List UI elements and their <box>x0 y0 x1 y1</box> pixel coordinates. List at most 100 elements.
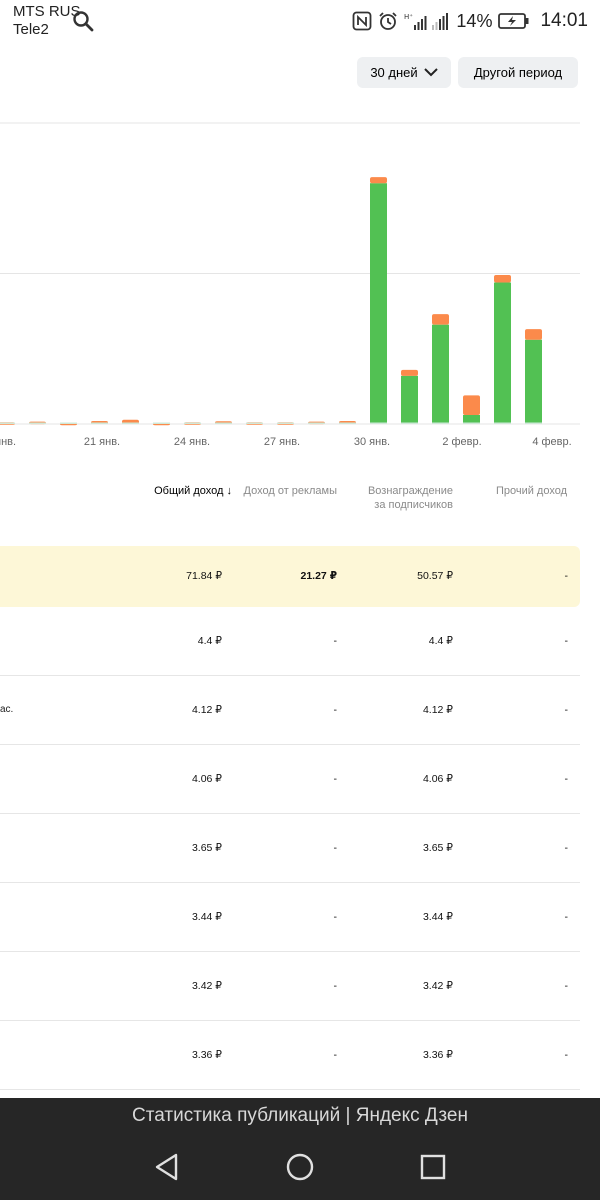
table-row[interactable]: 4.4 ₽ - 4.4 ₽ - <box>0 607 580 676</box>
chart-bar-base <box>432 422 449 424</box>
other-period-button[interactable]: Другой период <box>458 57 578 88</box>
chart-x-tick-label: 27 янв. <box>264 436 300 448</box>
alarm-icon <box>378 11 398 31</box>
row-title: ac. <box>0 704 14 715</box>
table-row[interactable]: 3.44 ₽ - 3.44 ₽ - <box>0 883 580 952</box>
chart-x-tick-label: 21 янв. <box>84 436 120 448</box>
search-icon[interactable] <box>72 10 94 37</box>
cell-total-income: 4.4 ₽ <box>197 635 222 647</box>
total-row: 71.84 ₽ 21.27 ₽ 50.57 ₽ - <box>0 546 580 607</box>
cell-total-income: 3.44 ₽ <box>191 911 222 923</box>
home-icon[interactable] <box>282 1149 318 1185</box>
cell-subscriber-reward: 3.44 ₽ <box>422 911 453 923</box>
period-dropdown-label: 30 дней <box>370 65 418 80</box>
chart-bar <box>432 314 449 325</box>
cell-total-income: 3.36 ₽ <box>191 1049 222 1061</box>
chart-bar-base <box>246 422 263 424</box>
clock-time: 14:01 <box>540 10 588 31</box>
cell-ad-income: - <box>333 980 338 992</box>
status-icons: H⁺ 14% 14:01 <box>352 8 588 34</box>
period-dropdown-button[interactable]: 30 дней <box>357 57 451 88</box>
caption-bar: Статистика публикаций | Яндекс Дзен <box>0 1098 600 1134</box>
cell-total-income: 3.65 ₽ <box>191 842 222 854</box>
cell-total-income: 3.42 ₽ <box>191 980 222 992</box>
total-subscriber-reward-value: 50.57 ₽ <box>417 570 453 582</box>
cell-ad-income: - <box>333 704 338 716</box>
carrier-name-1: MTS RUS <box>13 3 81 20</box>
chart-bar <box>494 275 511 283</box>
chart-bar-base <box>339 422 356 424</box>
total-ad-income-value: 21.27 ₽ <box>300 570 338 582</box>
navigation-bar <box>0 1134 600 1200</box>
chart-bar <box>370 183 387 424</box>
cell-subscriber-reward: 4.12 ₽ <box>422 704 453 716</box>
cell-other-income: - <box>564 911 569 923</box>
column-header-ad-income[interactable]: Доход от рекламы <box>227 484 337 498</box>
table-row[interactable]: 3.36 ₽ - 3.36 ₽ - <box>0 1021 580 1090</box>
cell-ad-income: - <box>333 911 338 923</box>
caption-text: Статистика публикаций | Яндекс Дзен <box>132 1105 468 1126</box>
chart-x-tick-label: 4 февр. <box>532 436 571 448</box>
column-header-subscriber-reward[interactable]: Вознаграждение за подписчиков <box>343 484 453 512</box>
cell-subscriber-reward: 3.42 ₽ <box>422 980 453 992</box>
cell-other-income: - <box>564 635 569 647</box>
chart-bar-base <box>401 422 418 424</box>
chart-x-tick-label: 30 янв. <box>354 436 390 448</box>
cell-subscriber-reward: 3.65 ₽ <box>422 842 453 854</box>
column-header-subscriber-reward-label: Вознаграждение за подписчиков <box>367 485 453 511</box>
chart-bar-base <box>122 422 139 424</box>
cell-subscriber-reward: 4.4 ₽ <box>428 635 453 647</box>
chart-bar-base <box>525 422 542 424</box>
chart-bar-base <box>308 422 325 424</box>
chart-x-tick-label: 24 янв. <box>174 436 210 448</box>
back-icon[interactable] <box>149 1149 185 1185</box>
other-period-label: Другой период <box>473 65 563 80</box>
total-income-value: 71.84 ₽ <box>186 570 222 582</box>
chart-bar <box>463 395 480 415</box>
cell-other-income: - <box>564 980 569 992</box>
chart-bar <box>494 282 511 424</box>
chart-bar <box>432 324 449 424</box>
battery-icon <box>498 12 530 30</box>
chart-bar-base <box>494 422 511 424</box>
table-row[interactable]: 3.42 ₽ - 3.42 ₽ - <box>0 952 580 1021</box>
chart-bar-base <box>29 422 46 424</box>
status-bar: MTS RUS Tele2 H⁺ 14% 14:01 <box>0 0 600 44</box>
carrier-name-2: Tele2 <box>13 21 49 38</box>
table-row[interactable]: 3.65 ₽ - 3.65 ₽ - <box>0 814 580 883</box>
recents-icon[interactable] <box>415 1149 451 1185</box>
chart-bar-base <box>277 422 294 424</box>
chart-x-tick-label: 8 янв. <box>0 436 16 448</box>
svg-text:H⁺: H⁺ <box>404 13 413 21</box>
cell-ad-income: - <box>333 773 338 785</box>
chart-x-tick-label: 2 февр. <box>442 436 481 448</box>
chart-bar-base <box>91 422 108 424</box>
column-header-other-income[interactable]: Прочий доход <box>457 484 567 498</box>
chart-bar-base <box>370 422 387 424</box>
cell-ad-income: - <box>333 842 338 854</box>
cell-ad-income: - <box>333 1049 338 1061</box>
chart-bar-base <box>215 422 232 424</box>
cell-total-income: 4.06 ₽ <box>191 773 222 785</box>
chevron-down-icon <box>423 68 438 77</box>
cell-other-income: - <box>564 1049 569 1061</box>
column-header-total-income[interactable]: Общий доход ↓ <box>122 484 232 498</box>
income-bar-chart: 8 янв. 21 янв. 24 янв. 27 янв. 30 янв. 2 февр… <box>0 122 580 448</box>
chart-bar <box>525 329 542 340</box>
cell-ad-income: - <box>333 635 338 647</box>
nfc-icon <box>352 11 372 31</box>
cell-subscriber-reward: 3.36 ₽ <box>422 1049 453 1061</box>
table-row[interactable]: ac. 4.12 ₽ - 4.12 ₽ - <box>0 676 580 745</box>
chart-bar <box>401 375 418 424</box>
table-row[interactable]: 4.06 ₽ - 4.06 ₽ - <box>0 745 580 814</box>
chart-bar <box>525 339 542 424</box>
chart-bar-base <box>60 422 77 424</box>
chart-bar-base <box>153 422 170 424</box>
cell-total-income: 4.12 ₽ <box>191 704 222 716</box>
cell-subscriber-reward: 4.06 ₽ <box>422 773 453 785</box>
cell-other-income: - <box>564 773 569 785</box>
chart-bar <box>370 177 387 184</box>
chart-bar <box>401 369 418 376</box>
chart-bar-base <box>184 422 201 424</box>
chart-bar-base <box>463 422 480 424</box>
